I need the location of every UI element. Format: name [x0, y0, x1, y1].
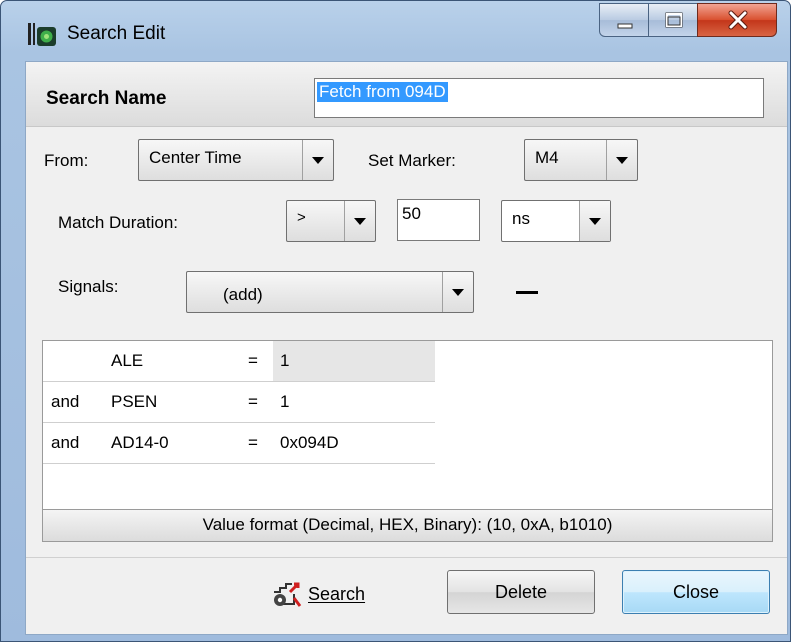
row-signal: AD14-0: [111, 433, 169, 452]
from-dropdown[interactable]: Center Time: [138, 139, 334, 181]
row-equals: =: [248, 351, 258, 370]
duration-unit-value: ns: [512, 209, 530, 228]
signals-label: Signals:: [58, 277, 119, 296]
search-button-label: Search: [308, 584, 366, 604]
duration-amount-input[interactable]: 50: [397, 199, 480, 241]
set-marker-label: Set Marker:: [368, 151, 456, 170]
search-gear-icon: [274, 582, 302, 607]
from-label: From:: [44, 151, 89, 170]
row-signal: ALE: [111, 351, 144, 370]
duration-amount-value: 50: [402, 204, 421, 223]
row-signal: PSEN: [111, 392, 158, 411]
row-value[interactable]: 1: [280, 351, 289, 371]
signals-dropdown[interactable]: (add): [186, 271, 474, 313]
maximize-icon: [665, 12, 683, 28]
chevron-down-icon[interactable]: [606, 140, 637, 180]
duration-unit-dropdown[interactable]: ns: [501, 200, 611, 242]
search-name-input[interactable]: Fetch from 094D: [314, 78, 764, 118]
maximize-button[interactable]: [648, 3, 698, 37]
duration-operator-value: >: [297, 209, 306, 226]
app-icon: [28, 23, 56, 46]
row-equals: =: [248, 433, 258, 452]
search-button[interactable]: Search: [272, 578, 402, 610]
search-name-row: Search Name Fetch from 094D: [26, 62, 787, 127]
row-conjunction: and: [51, 392, 80, 411]
search-edit-window: Search Edit Search Name Fetch from 094D …: [0, 0, 791, 642]
from-value: Center Time: [149, 148, 242, 167]
title-bar[interactable]: Search Edit: [1, 1, 790, 61]
duration-operator-dropdown[interactable]: >: [286, 200, 376, 242]
row-value[interactable]: 0x094D: [280, 433, 339, 453]
set-marker-dropdown[interactable]: M4: [524, 139, 638, 181]
chevron-down-icon[interactable]: [442, 272, 473, 312]
window-close-button[interactable]: [697, 3, 777, 37]
chevron-down-icon[interactable]: [344, 201, 375, 241]
search-name-value: Fetch from 094D: [317, 82, 448, 102]
set-marker-value: M4: [535, 148, 559, 167]
table-row[interactable]: and PSEN = 1: [43, 382, 435, 423]
delete-button[interactable]: Delete: [447, 570, 595, 614]
row-value[interactable]: 1: [280, 392, 289, 412]
chevron-down-icon[interactable]: [579, 201, 610, 241]
minimize-button[interactable]: [599, 3, 649, 37]
close-icon: [728, 10, 748, 30]
table-row[interactable]: and AD14-0 = 0x094D: [43, 423, 435, 464]
signals-value: (add): [223, 285, 263, 304]
conditions-table: ALE = 1 and PSEN = 1 and AD14-0 = 0x094D…: [42, 340, 773, 542]
chevron-down-icon[interactable]: [302, 140, 333, 180]
minimize-icon: [617, 23, 633, 29]
table-row[interactable]: ALE = 1: [43, 341, 435, 382]
divider: [26, 557, 787, 558]
row-equals: =: [248, 392, 258, 411]
dialog-body: Search Name Fetch from 094D From: Center…: [25, 61, 788, 635]
value-format-note: Value format (Decimal, HEX, Binary): (10…: [43, 509, 772, 541]
close-button[interactable]: Close: [622, 570, 770, 614]
remove-signal-button[interactable]: [516, 291, 538, 294]
search-name-label: Search Name: [46, 88, 167, 109]
value-cell-highlight: [273, 341, 435, 381]
row-conjunction: and: [51, 433, 80, 452]
match-duration-label: Match Duration:: [58, 213, 178, 232]
window-title: Search Edit: [67, 23, 166, 44]
